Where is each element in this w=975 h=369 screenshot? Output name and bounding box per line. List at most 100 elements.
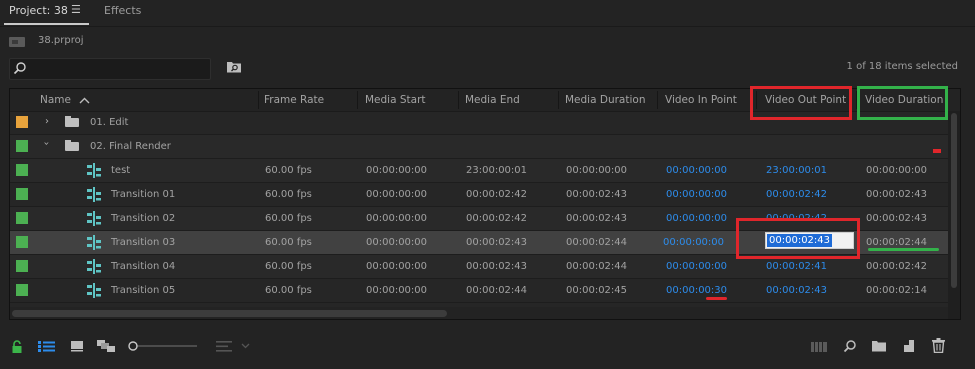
trash-icon[interactable] <box>932 338 945 353</box>
item-name: Transition 01 <box>111 189 176 200</box>
cell-video-in-point[interactable]: 00:00:00:00 <box>666 165 727 176</box>
tab-effects[interactable]: Effects <box>104 4 141 17</box>
cell-video-in-point[interactable]: 00:00:00:00 <box>666 189 727 200</box>
cell-media-start: 00:00:00:00 <box>366 285 428 296</box>
vertical-scrollbar[interactable] <box>948 111 960 319</box>
items-selected-count: 1 of 18 items selected <box>846 61 958 72</box>
search-input[interactable] <box>32 61 202 75</box>
cell-video-out-point[interactable]: 00:00:02:42 <box>766 189 827 200</box>
find-icon[interactable] <box>843 339 857 353</box>
column-divider[interactable] <box>357 91 358 109</box>
new-search-bin-icon[interactable] <box>226 60 242 73</box>
sequence-icon <box>87 187 101 202</box>
column-header-media-end[interactable]: Media End <box>465 94 520 106</box>
label-color-swatch[interactable] <box>16 188 28 200</box>
label-color-swatch[interactable] <box>16 260 28 272</box>
cell-media-end: 00:00:02:43 <box>466 261 528 272</box>
zoom-slider[interactable] <box>128 341 198 351</box>
cell-media-duration: 00:00:02:44 <box>566 237 628 248</box>
label-color-swatch[interactable] <box>16 164 28 176</box>
vertical-scroll-thumb[interactable] <box>951 113 957 288</box>
column-divider[interactable] <box>258 91 259 109</box>
search-box[interactable] <box>9 58 211 80</box>
panel-menu-icon[interactable]: ☰ <box>71 3 81 16</box>
cell-media-end: 00:00:02:42 <box>466 213 528 224</box>
label-color-swatch[interactable] <box>16 284 28 296</box>
table-row[interactable]: test 60.00 fps 00:00:00:00 23:00:00:01 00:00… <box>10 159 960 183</box>
active-tab-underline <box>4 23 89 25</box>
folder-icon <box>65 140 79 151</box>
cell-media-duration: 00:00:02:43 <box>566 189 628 200</box>
bin-name: 01. Edit <box>90 117 129 128</box>
cell-frame-rate: 60.00 fps <box>265 165 312 176</box>
column-header-media-start[interactable]: Media Start <box>365 94 426 106</box>
cell-video-in-point[interactable]: 00:00:00:00 <box>666 213 727 224</box>
cell-video-in-point[interactable]: 00:00:00:30 <box>666 285 727 296</box>
cell-video-in-point[interactable]: 00:00:00:00 <box>666 261 727 272</box>
icon-view-icon[interactable] <box>70 340 84 352</box>
expand-chevron-icon[interactable]: › <box>45 116 49 127</box>
cell-video-out-point[interactable]: 00:00:02:43 <box>766 285 827 296</box>
item-name: test <box>111 165 131 176</box>
column-divider[interactable] <box>558 91 559 109</box>
list-view-icon[interactable] <box>38 340 55 353</box>
cell-video-out-point[interactable]: 00:00:02:41 <box>766 261 827 272</box>
horizontal-scrollbar[interactable] <box>10 307 948 319</box>
annotation-box-video-out-point <box>750 86 852 120</box>
table-row[interactable]: Transition 05 60.00 fps 00:00:00:00 00:00:0… <box>10 279 960 303</box>
bottom-toolbar <box>0 328 975 369</box>
table-row[interactable]: Transition 01 60.00 fps 00:00:00:00 00:00:0… <box>10 183 960 207</box>
search-icon <box>13 62 26 75</box>
cell-media-start: 00:00:00:00 <box>366 189 428 200</box>
column-header-name[interactable]: Name <box>40 94 71 106</box>
lock-icon[interactable] <box>11 340 23 354</box>
tab-divider <box>0 26 975 27</box>
folder-icon <box>65 116 79 127</box>
automate-to-sequence-icon[interactable] <box>811 340 828 353</box>
cell-frame-rate: 60.00 fps <box>265 285 312 296</box>
item-name: Transition 02 <box>111 213 176 224</box>
cell-video-duration: 00:00:02:44 <box>866 237 928 248</box>
cell-media-duration: 00:00:02:44 <box>566 261 628 272</box>
cell-video-in-point[interactable]: 00:00:00:00 <box>663 237 724 248</box>
cell-media-start: 00:00:00:00 <box>366 237 428 248</box>
cell-media-duration: 00:00:02:45 <box>566 285 628 296</box>
sort-icons-icon[interactable] <box>216 341 232 352</box>
horizontal-scroll-thumb[interactable] <box>12 310 447 317</box>
column-header-media-duration[interactable]: Media Duration <box>565 94 645 106</box>
cell-media-duration: 00:00:02:43 <box>566 213 628 224</box>
column-header-frame-rate[interactable]: Frame Rate <box>264 94 324 106</box>
tab-project[interactable]: Project: 38 <box>9 4 68 17</box>
column-divider[interactable] <box>458 91 459 109</box>
cell-media-start: 00:00:00:00 <box>366 165 428 176</box>
annotation-box-video-duration <box>857 86 948 120</box>
cell-video-duration: 00:00:02:42 <box>866 261 928 272</box>
annotation-underline-duration <box>868 248 939 251</box>
freeform-view-icon[interactable] <box>97 340 116 353</box>
column-divider[interactable] <box>657 91 658 109</box>
cell-frame-rate: 60.00 fps <box>265 189 312 200</box>
cell-media-end: 00:00:02:43 <box>466 237 528 248</box>
item-name: Transition 05 <box>111 285 176 296</box>
bin-row[interactable]: › 02. Final Render <box>10 135 960 159</box>
label-color-swatch[interactable] <box>16 236 28 248</box>
cell-media-start: 00:00:00:00 <box>366 261 428 272</box>
chevron-down-icon[interactable] <box>241 343 250 349</box>
new-bin-icon[interactable] <box>871 340 887 352</box>
label-color-swatch[interactable] <box>16 116 28 128</box>
column-header-video-in-point[interactable]: Video In Point <box>665 94 737 106</box>
new-item-icon[interactable] <box>902 339 916 353</box>
collapse-chevron-icon[interactable]: › <box>41 142 52 146</box>
label-color-swatch[interactable] <box>16 140 28 152</box>
cell-video-out-point[interactable]: 23:00:00:01 <box>766 165 827 176</box>
sequence-icon <box>87 211 101 226</box>
cell-video-duration: 00:00:02:43 <box>866 189 928 200</box>
label-color-swatch[interactable] <box>16 212 28 224</box>
annotation-mark <box>933 149 941 153</box>
cell-frame-rate: 60.00 fps <box>265 213 312 224</box>
cell-media-duration: 00:00:00:00 <box>566 165 628 176</box>
bin-name: 02. Final Render <box>90 141 171 152</box>
cell-video-duration: 00:00:00:00 <box>866 165 928 176</box>
sequence-icon <box>87 283 101 298</box>
cell-media-end: 00:00:02:42 <box>466 189 528 200</box>
